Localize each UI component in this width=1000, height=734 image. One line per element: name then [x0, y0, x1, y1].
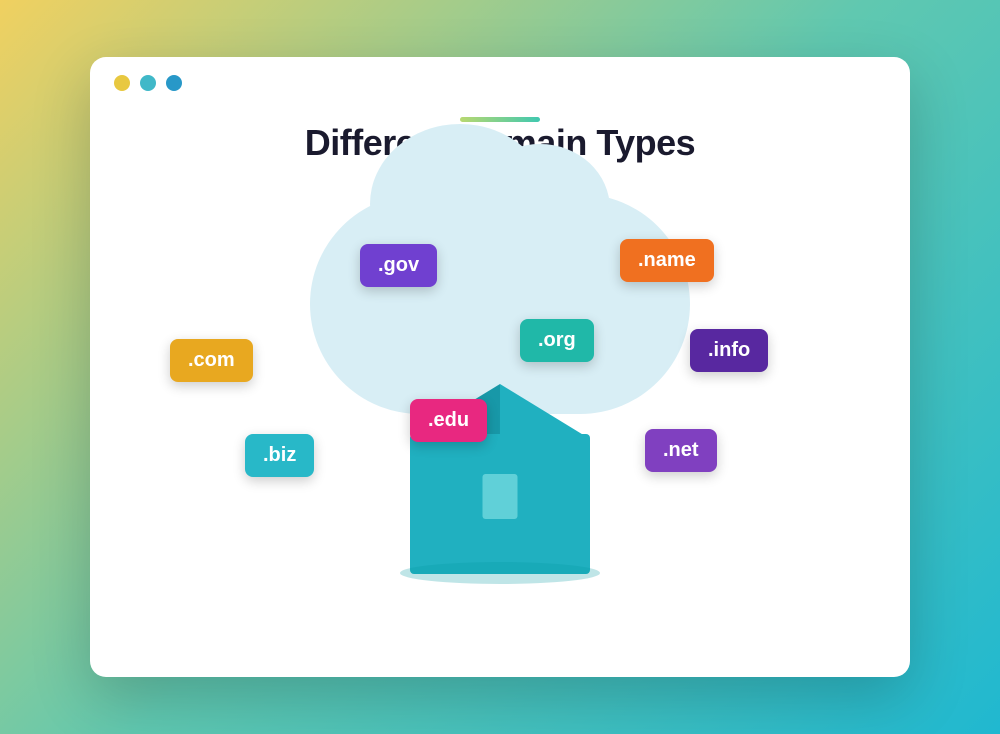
illustration-area: .com .gov .name .org .info .edu .biz .ne…: [90, 164, 910, 604]
cloud-shape: [310, 194, 690, 414]
window-dot-yellow[interactable]: [114, 75, 130, 91]
badge-com: .com: [170, 339, 253, 382]
window-dot-teal[interactable]: [140, 75, 156, 91]
box-body: [410, 434, 590, 574]
badge-org: .org: [520, 319, 594, 362]
badge-net: .net: [645, 429, 717, 472]
browser-window: Different Domain Types .com .gov .name .…: [90, 57, 910, 677]
badge-name: .name: [620, 239, 714, 282]
box-flap-right: [500, 384, 590, 439]
badge-gov: .gov: [360, 244, 437, 287]
badge-info: .info: [690, 329, 768, 372]
window-dot-blue[interactable]: [166, 75, 182, 91]
box-shadow: [400, 562, 600, 584]
open-box: [410, 434, 590, 574]
badge-edu: .edu: [410, 399, 487, 442]
badge-biz: .biz: [245, 434, 314, 477]
title-bar: [90, 57, 910, 101]
box-tape: [483, 474, 518, 519]
